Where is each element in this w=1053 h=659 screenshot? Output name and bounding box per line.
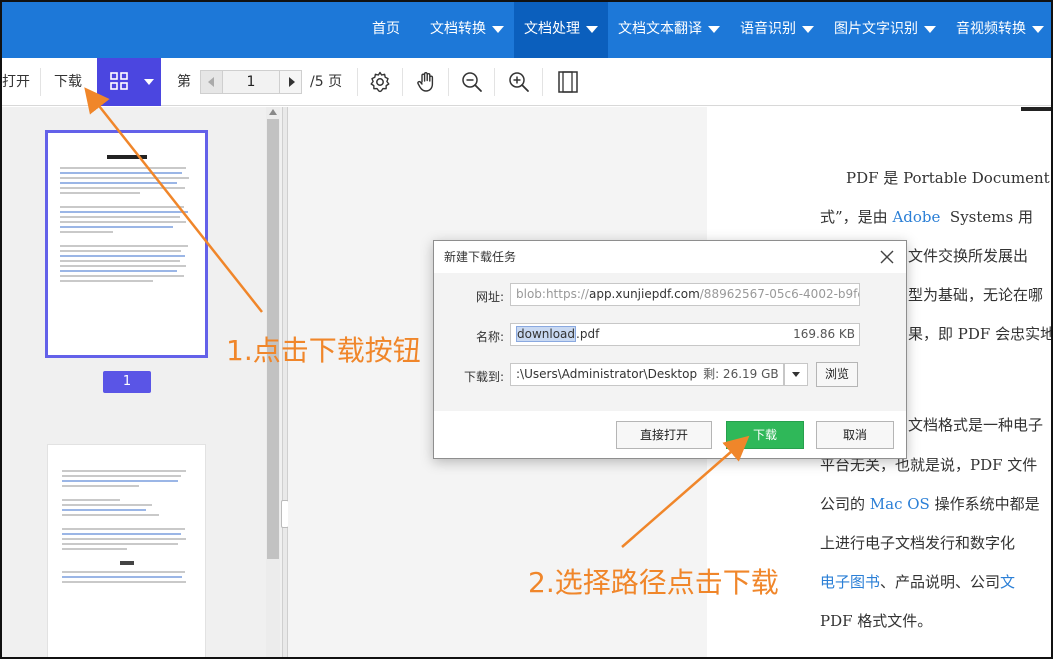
- url-label: 网址:: [475, 290, 504, 304]
- thumbnail-toggle-button[interactable]: [97, 58, 161, 106]
- next-page-button[interactable]: [279, 71, 301, 93]
- doc-line: 上进行电子文档发行和数字化: [820, 534, 1016, 552]
- download-button[interactable]: 下载: [54, 58, 82, 106]
- name-label: 名称:: [475, 330, 504, 344]
- nav-item-speech-recognition[interactable]: 语音识别: [740, 0, 814, 58]
- toolbar-divider: [402, 68, 403, 96]
- save-path-field[interactable]: :\Users\Administrator\Desktop 剩: 26.19 GB: [510, 363, 784, 386]
- thumbnail-grid-icon: [110, 72, 128, 90]
- download-confirm-button[interactable]: 下载: [726, 421, 804, 449]
- open-button[interactable]: 打开: [2, 58, 30, 106]
- page-thumbnail-2[interactable]: [47, 444, 206, 659]
- save-path-dropdown-button[interactable]: [784, 363, 808, 386]
- page-thumbnail-number: 1: [103, 371, 151, 393]
- caret-right-icon: [289, 77, 295, 87]
- doc-line: PDF 格式文件。: [820, 612, 933, 630]
- new-download-dialog: 新建下载任务 网址: blob:https://app.xunjiepdf.co…: [433, 240, 907, 459]
- open-directly-button[interactable]: 直接打开: [616, 421, 712, 449]
- doc-line: 文件交换所发展出: [908, 247, 1029, 265]
- nav-item-image-ocr[interactable]: 图片文字识别: [834, 0, 936, 58]
- doc-line: 式”，是由 Adobe Systems 用: [820, 208, 1033, 226]
- page-thumbnail-1[interactable]: [45, 130, 208, 358]
- cancel-button[interactable]: 取消: [816, 421, 894, 449]
- nav-item-document-process[interactable]: 文档处理: [514, 0, 608, 58]
- page-number-input[interactable]: 1: [223, 71, 279, 93]
- scroll-up-arrow-icon[interactable]: [269, 109, 277, 115]
- chevron-down-icon: [492, 25, 504, 33]
- doc-line: 文档格式是一种电子: [908, 416, 1044, 434]
- thumbnail-title: [106, 155, 147, 159]
- sidebar-scrollbar[interactable]: [266, 107, 280, 659]
- doc-line: PDF 是 Portable Document: [846, 169, 1050, 187]
- nav-item-av-convert[interactable]: 音视频转换: [956, 0, 1044, 58]
- dialog-title: 新建下载任务: [444, 250, 517, 264]
- chevron-down-icon: [792, 372, 800, 377]
- doc-line: 电子图书、产品说明、公司文: [820, 573, 1016, 591]
- top-navigation-bar: 首页 文档转换 文档处理 文档文本翻译 语音识别 图片文字识别 音视频转换: [0, 0, 1053, 58]
- doc-line: 果，即 PDF 会忠实地: [908, 325, 1053, 343]
- page-total-label: /5 页: [310, 74, 343, 90]
- previous-page-button[interactable]: [201, 71, 223, 93]
- chevron-down-icon: [708, 25, 720, 33]
- page-heading-fragment: [1021, 107, 1051, 111]
- toolbar-divider: [448, 68, 449, 96]
- chevron-down-icon: [144, 79, 154, 85]
- annotation-step-1: 1.点击下载按钮: [226, 334, 421, 367]
- thumbnail-sidebar: 1: [0, 107, 282, 659]
- save-to-label: 下载到:: [463, 370, 504, 384]
- browse-button[interactable]: 浏览: [816, 362, 858, 387]
- file-size: 169.86 KB: [793, 327, 855, 341]
- dialog-body: 网址: blob:https://app.xunjiepdf.com/88962…: [434, 273, 906, 411]
- nav-item-document-convert[interactable]: 文档转换: [430, 0, 504, 58]
- chevron-down-icon: [802, 25, 814, 33]
- toolbar-divider: [40, 68, 41, 96]
- doc-line: 公司的 Mac OS 操作系统中都是: [820, 495, 1040, 513]
- page-navigator: 1: [200, 70, 302, 94]
- chevron-down-icon: [586, 25, 598, 33]
- viewer-toolbar: 打开 下载 第 1 /5 页: [0, 58, 1053, 106]
- toolbar-divider: [357, 68, 358, 96]
- nav-item-document-translate[interactable]: 文档文本翻译: [618, 0, 720, 58]
- chevron-down-icon: [924, 25, 936, 33]
- close-icon[interactable]: [878, 248, 896, 266]
- toolbar-divider: [542, 68, 543, 96]
- chevron-down-icon: [1032, 25, 1044, 33]
- toolbar-divider: [494, 68, 495, 96]
- free-space: 剩: 26.19 GB: [703, 367, 779, 381]
- nav-item-home[interactable]: 首页: [372, 0, 400, 58]
- file-name-input[interactable]: download.pdf 169.86 KB: [510, 323, 860, 346]
- gear-icon[interactable]: [368, 70, 392, 94]
- doc-line: 型为基础，无论在哪: [908, 286, 1044, 304]
- zoom-out-icon[interactable]: [460, 70, 484, 94]
- hand-icon[interactable]: [414, 70, 438, 94]
- url-field[interactable]: blob:https://app.xunjiepdf.com/88962567-…: [510, 283, 860, 306]
- single-page-icon[interactable]: [556, 70, 580, 94]
- caret-left-icon: [208, 77, 214, 87]
- annotation-step-2: 2.选择路径点击下载: [528, 566, 779, 599]
- zoom-in-icon[interactable]: [507, 70, 531, 94]
- selected-file-name: download: [516, 326, 577, 342]
- page-prefix-label: 第: [177, 74, 191, 90]
